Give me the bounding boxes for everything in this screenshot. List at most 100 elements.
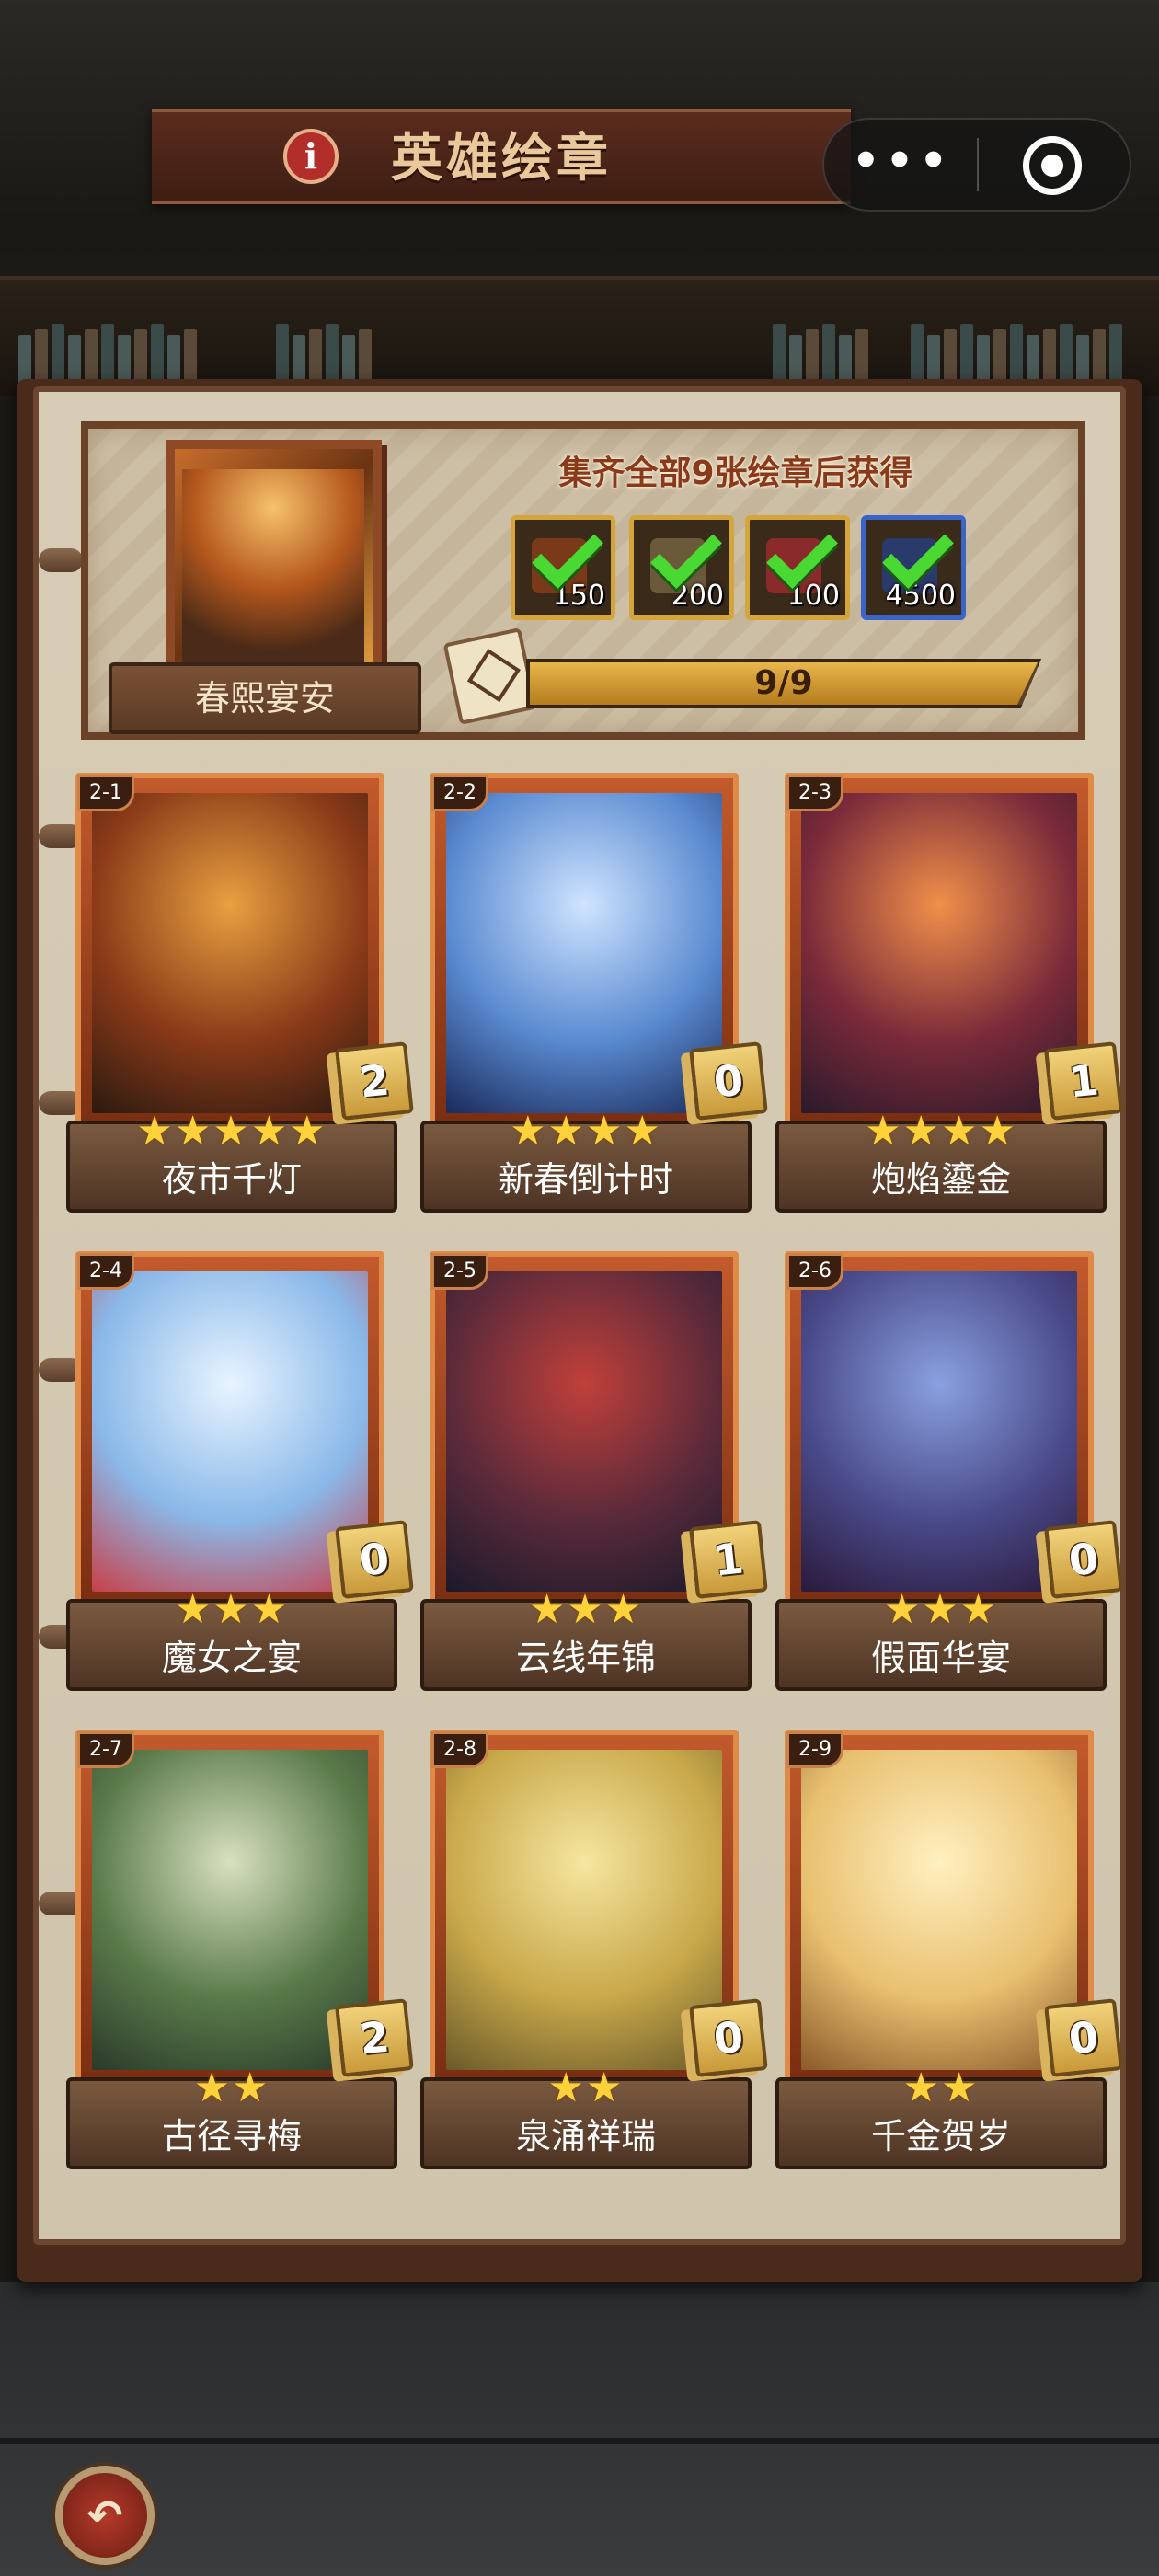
card-number-badge: 2-4	[77, 1253, 134, 1290]
book-spine	[52, 324, 64, 386]
book-spine	[359, 329, 372, 386]
binder-ring	[39, 548, 83, 572]
book-spine	[993, 329, 1006, 386]
hero-card-2-2[interactable]: 2-2 ★★★★ 新春倒计时 0	[420, 773, 774, 1222]
card-count-badge: 1	[689, 1520, 768, 1599]
book-spine	[85, 329, 98, 386]
page-title: 英雄绘章	[391, 128, 612, 189]
reward-item[interactable]: 100	[745, 515, 850, 620]
book-spine	[134, 329, 147, 386]
album-cover-art	[182, 469, 364, 662]
card-count-badge: 0	[1044, 1998, 1123, 2077]
hero-card-2-1[interactable]: 2-1 ★★★★★ 夜市千灯 2	[66, 773, 419, 1222]
card-artwork	[92, 1750, 368, 2070]
card-count-badge: 0	[689, 1041, 768, 1121]
book-spine	[855, 329, 868, 386]
hero-card-2-7[interactable]: 2-7 ★★ 古径寻梅 2	[66, 1730, 419, 2179]
star-icon: ★	[510, 1108, 548, 1155]
card-name: 云线年锦	[515, 1638, 656, 1678]
card-name: 炮焰鎏金	[870, 1159, 1011, 1200]
star-icon: ★	[922, 1586, 960, 1633]
card-count: 0	[711, 1054, 746, 1108]
book-spine	[944, 329, 957, 386]
close-miniapp-button[interactable]	[1023, 136, 1082, 195]
book-spine	[35, 329, 48, 386]
card-count-badge: 2	[335, 1998, 414, 2077]
card-artwork	[801, 1750, 1077, 2070]
card-count: 0	[357, 1533, 392, 1586]
star-icon: ★	[883, 1586, 923, 1633]
card-fragment-icon	[442, 627, 538, 725]
reward-item[interactable]: 200	[629, 515, 734, 620]
hero-card-2-8[interactable]: 2-8 ★★ 泉涌祥瑞 0	[420, 1730, 774, 2179]
card-artwork	[446, 793, 722, 1113]
hero-card-2-6[interactable]: 2-6 ★★★ 假面华宴 0	[775, 1251, 1129, 1700]
card-number-badge: 2-8	[431, 1731, 488, 1768]
reward-amount: 4500	[885, 580, 956, 612]
star-icon: ★	[567, 1586, 605, 1633]
reward-item[interactable]: 4500	[861, 515, 966, 620]
reward-title: 集齐全部9张绘章后获得	[558, 454, 913, 492]
hero-card-2-5[interactable]: 2-5 ★★★ 云线年锦 1	[420, 1251, 774, 1700]
star-icon: ★	[212, 1586, 251, 1633]
star-icon: ★	[902, 2064, 941, 2111]
hero-card-2-3[interactable]: 2-3 ★★★★ 炮焰鎏金 1	[775, 773, 1129, 1222]
card-name: 新春倒计时	[498, 1159, 673, 1200]
card-count: 1	[711, 1533, 746, 1586]
card-count: 0	[1066, 2011, 1101, 2064]
more-button[interactable]: •••	[833, 129, 971, 202]
star-icon: ★	[174, 1586, 213, 1633]
book-spine	[960, 324, 973, 386]
book-spine	[822, 324, 835, 386]
star-icon: ★	[250, 1108, 290, 1155]
star-icon: ★	[212, 1108, 251, 1155]
card-count: 0	[1066, 1533, 1101, 1586]
card-number-badge: 2-3	[786, 775, 843, 811]
progress-text: 9/9	[754, 664, 813, 702]
card-number-badge: 2-1	[77, 775, 134, 811]
card-name: 千金贺岁	[870, 2116, 1011, 2156]
reward-item[interactable]: 150	[511, 515, 615, 620]
album-name: 春熙宴安	[194, 678, 335, 719]
card-artwork	[446, 1271, 722, 1592]
book-spine	[326, 324, 339, 386]
card-artwork	[446, 1750, 722, 2070]
card-number-badge: 2-7	[77, 1731, 134, 1768]
card-count: 2	[357, 2011, 392, 2064]
star-icon: ★	[586, 2064, 625, 2111]
card-artwork	[92, 793, 368, 1113]
book-spine	[1093, 329, 1106, 386]
card-number-badge: 2-2	[431, 775, 488, 811]
star-icon: ★	[232, 2064, 270, 2111]
card-name: 夜市千灯	[161, 1159, 302, 1200]
star-icon: ★	[902, 1108, 941, 1155]
star-icon: ★	[586, 1108, 625, 1155]
book-spine	[101, 324, 114, 386]
info-button[interactable]: i	[283, 129, 339, 184]
book-spine	[773, 324, 786, 386]
book-spine	[151, 324, 164, 386]
star-icon: ★	[528, 1586, 568, 1633]
star-icon: ★	[941, 2064, 980, 2111]
background-bottom	[0, 2282, 1159, 2576]
back-arrow-icon: ↶	[86, 2490, 123, 2540]
card-count-badge: 1	[1044, 1041, 1123, 1121]
book-spine	[806, 329, 819, 386]
star-icon: ★	[289, 1108, 327, 1155]
book-spine	[1043, 329, 1056, 386]
card-name: 古径寻梅	[161, 2116, 302, 2156]
bookshelf	[0, 276, 1159, 396]
book-spine	[1010, 324, 1023, 386]
card-number-badge: 2-5	[431, 1253, 488, 1290]
card-count: 2	[357, 1054, 392, 1108]
star-icon: ★	[941, 1108, 980, 1155]
star-icon: ★	[250, 1586, 290, 1633]
book-spine	[276, 324, 289, 386]
book-spine	[1109, 324, 1122, 386]
card-count-badge: 2	[335, 1041, 414, 1121]
star-icon: ★	[865, 1108, 903, 1155]
hero-card-2-9[interactable]: 2-9 ★★ 千金贺岁 0	[775, 1730, 1129, 2179]
hero-card-2-4[interactable]: 2-4 ★★★ 魔女之宴 0	[66, 1251, 419, 1700]
card-number-badge: 2-6	[786, 1253, 843, 1290]
book-spine	[1060, 324, 1073, 386]
